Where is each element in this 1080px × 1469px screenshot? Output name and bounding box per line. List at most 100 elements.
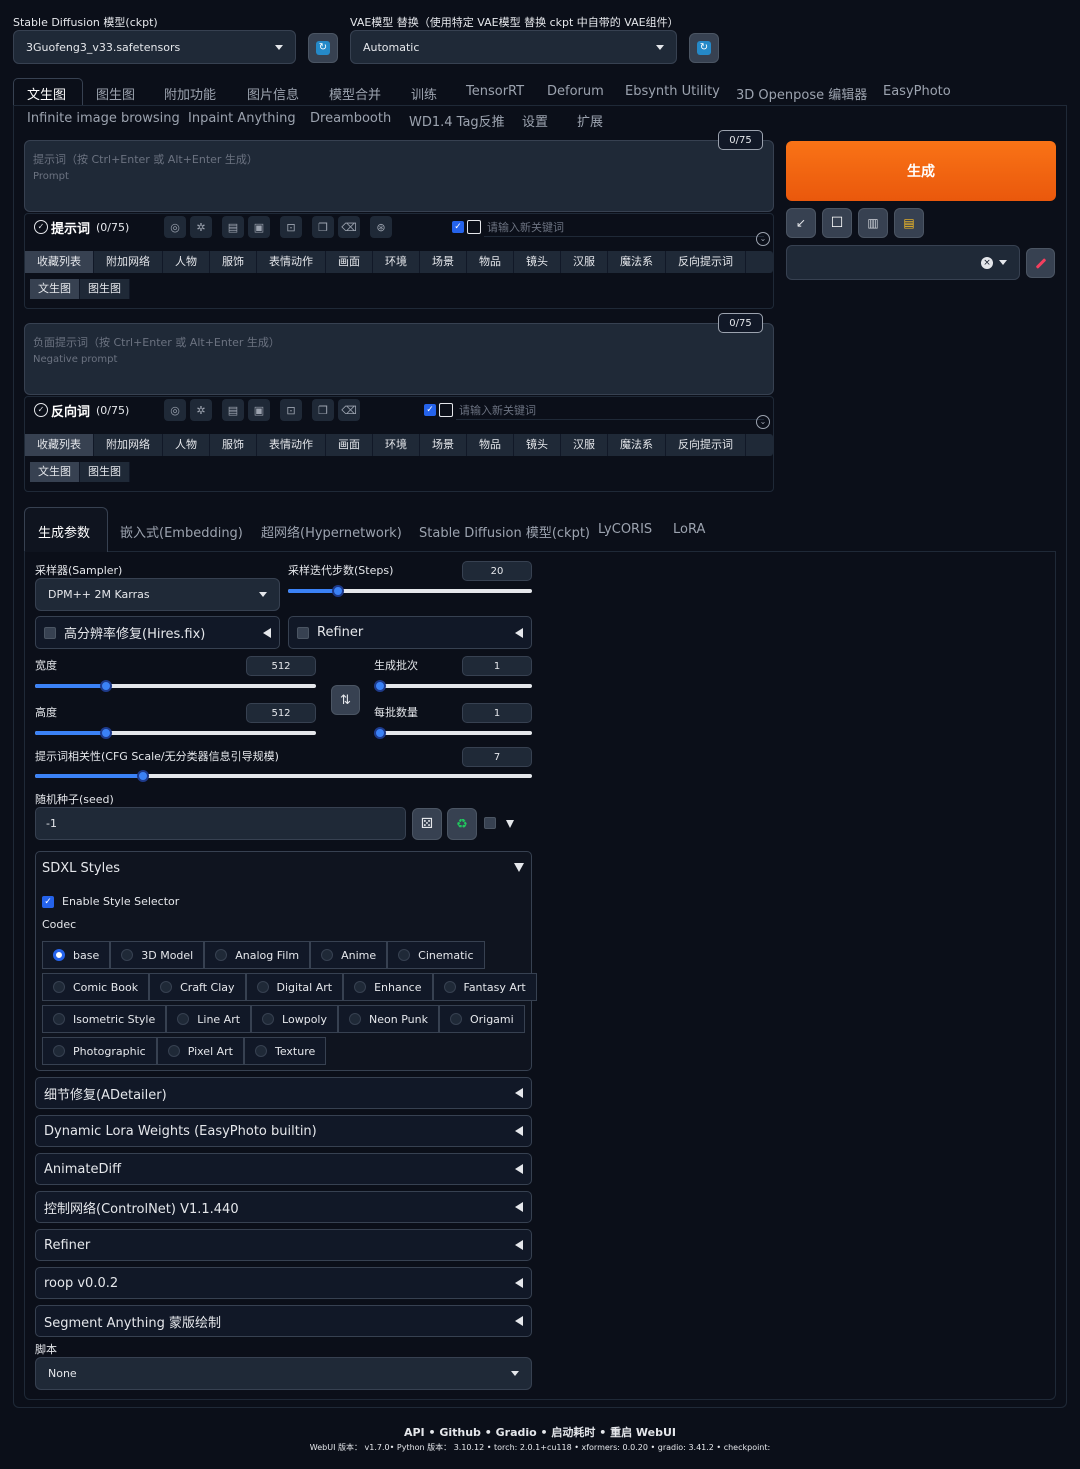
style-radio-option[interactable]: Cinematic <box>387 941 485 969</box>
width-slider[interactable] <box>35 680 316 692</box>
vae-select[interactable]: Automatic <box>350 30 677 64</box>
cfg-slider[interactable] <box>35 770 532 782</box>
style-radio-label: base <box>73 948 100 962</box>
refiner-toggle[interactable]: Refiner <box>288 616 532 649</box>
style-radio-option[interactable]: Analog Film <box>204 941 311 969</box>
random-seed-button[interactable]: ⚄ <box>412 808 442 840</box>
batch-count-input[interactable]: 1 <box>462 656 532 676</box>
vae-refresh-button[interactable]: ↻ <box>689 33 719 63</box>
cfg-label: 提示词相关性(CFG Scale/无分类器信息引导规模) <box>35 750 279 763</box>
sampler-select[interactable]: DPM++ 2M Karras <box>35 578 280 611</box>
style-radio-option[interactable]: base <box>42 941 111 969</box>
style-radio-option[interactable]: Isometric Style <box>42 1005 167 1033</box>
style-radio-option[interactable]: Photographic <box>42 1037 157 1065</box>
radio-icon <box>354 981 367 993</box>
style-radio-label: Pixel Art <box>187 1044 233 1058</box>
accordion-segment-anything[interactable]: Segment Anything 蒙版绘制 <box>35 1305 532 1337</box>
accordion-refiner[interactable]: Refiner <box>35 1229 532 1261</box>
collapse-arrow-icon <box>515 1278 523 1288</box>
style-radio-option[interactable]: Line Art <box>166 1005 252 1033</box>
style-radio-label: Isometric Style <box>73 1012 156 1026</box>
style-radio-label: Photographic <box>73 1044 146 1058</box>
style-radio-option[interactable]: Anime <box>310 941 388 969</box>
extra-seed-arrow-icon[interactable] <box>506 820 514 828</box>
sampler-label: 采样器(Sampler) <box>35 564 123 577</box>
width-input[interactable]: 512 <box>246 656 316 676</box>
batch-count-label: 生成批次 <box>374 659 418 672</box>
chevron-down-icon <box>511 1371 519 1376</box>
swap-dimensions-button[interactable]: ⇅ <box>331 685 360 715</box>
style-radio-option[interactable]: Lowpoly <box>251 1005 338 1033</box>
reuse-seed-button[interactable]: ♻ <box>447 808 477 840</box>
footer-versions: WebUI 版本： v1.7.0• Python 版本： 3.10.12 • t… <box>309 1443 771 1452</box>
accordion-controlnet[interactable]: 控制网络(ControlNet) V1.1.440 <box>35 1191 532 1223</box>
radio-icon <box>53 1013 65 1025</box>
style-radio-label: Craft Clay <box>180 980 235 994</box>
tab-extras[interactable]: 附加功能 <box>164 84 247 103</box>
seed-input[interactable]: -1 <box>35 807 406 840</box>
style-radio-label: 3D Model <box>141 948 194 962</box>
footer-links[interactable]: API • Github • Gradio • 启动耗时 • 重启 WebUI <box>0 1424 1080 1440</box>
steps-slider[interactable] <box>288 585 532 597</box>
hires-fix-toggle[interactable]: 高分辨率修复(Hires.fix) <box>35 616 280 649</box>
dice-icon: ⚄ <box>420 816 434 832</box>
radio-icon <box>449 1013 462 1025</box>
style-radio-option[interactable]: Comic Book <box>42 973 150 1001</box>
style-radio-option[interactable]: Texture <box>244 1037 327 1065</box>
refiner-checkbox[interactable] <box>297 626 309 639</box>
style-radio-option[interactable]: Neon Punk <box>338 1005 439 1033</box>
batch-size-input[interactable]: 1 <box>462 703 532 723</box>
tab-deforum[interactable]: Deforum <box>547 84 625 103</box>
radio-icon <box>53 949 65 961</box>
style-radio-option[interactable]: Pixel Art <box>156 1037 244 1065</box>
ckpt-refresh-button[interactable]: ↻ <box>308 33 338 63</box>
accordion-dynamic-lora[interactable]: Dynamic Lora Weights (EasyPhoto builtin) <box>35 1115 532 1147</box>
height-input[interactable]: 512 <box>246 703 316 723</box>
style-radio-option[interactable]: Origami <box>438 1005 525 1033</box>
style-radio-label: Comic Book <box>73 980 139 994</box>
chevron-down-icon <box>259 592 267 597</box>
tab-tensorrt[interactable]: TensorRT <box>466 84 547 103</box>
style-radio-option[interactable]: 3D Model <box>110 941 205 969</box>
ckpt-label: Stable Diffusion 模型(ckpt) <box>13 16 158 29</box>
tab-openpose[interactable]: 3D Openpose 编辑器 <box>736 84 883 103</box>
style-radio-label: Digital Art <box>276 980 333 994</box>
recycle-icon: ♻ <box>456 816 468 832</box>
accordion-roop[interactable]: roop v0.0.2 <box>35 1267 532 1299</box>
accordion-label: AnimateDiff <box>44 1161 122 1177</box>
batch-count-slider[interactable] <box>374 680 532 692</box>
tab-easyphoto[interactable]: EasyPhoto <box>883 84 951 103</box>
collapse-arrow-icon[interactable] <box>514 863 524 872</box>
style-radio-option[interactable]: Enhance <box>343 973 433 1001</box>
radio-icon <box>321 949 334 961</box>
script-value: None <box>48 1367 77 1380</box>
tab-txt2img[interactable]: 文生图 <box>27 84 96 103</box>
enable-style-checkbox[interactable]: ✓ <box>42 895 54 908</box>
steps-input[interactable]: 20 <box>462 561 532 581</box>
batch-size-slider[interactable] <box>374 727 532 739</box>
main-tabs-row1: 文生图 图生图 附加功能 图片信息 模型合并 训练 TensorRT Defor… <box>27 84 951 103</box>
script-select[interactable]: None <box>35 1357 532 1390</box>
tab-train[interactable]: 训练 <box>411 84 466 103</box>
style-radio-option[interactable]: Craft Clay <box>149 973 246 1001</box>
tab-img2img[interactable]: 图生图 <box>96 84 164 103</box>
tab-ebsynth[interactable]: Ebsynth Utility <box>625 84 736 103</box>
accordion-label: roop v0.0.2 <box>44 1275 119 1291</box>
accordion-animatediff[interactable]: AnimateDiff <box>35 1153 532 1185</box>
collapse-arrow-icon <box>515 1316 523 1326</box>
height-slider[interactable] <box>35 727 316 739</box>
style-radio-row: Photographic Pixel Art Texture <box>42 1037 537 1065</box>
batch-size-label: 每批数量 <box>374 706 418 719</box>
accordion-adetailer[interactable]: 细节修复(ADetailer) <box>35 1077 532 1109</box>
ckpt-select[interactable]: 3Guofeng3_v33.safetensors <box>13 30 296 64</box>
style-radio-label: Neon Punk <box>369 1012 428 1026</box>
tab-png-info[interactable]: 图片信息 <box>247 84 329 103</box>
tab-merge[interactable]: 模型合并 <box>329 84 411 103</box>
extra-seed-checkbox[interactable] <box>484 817 496 829</box>
style-radio-option[interactable]: Digital Art <box>245 973 344 1001</box>
style-radio-option[interactable]: Fantasy Art <box>432 973 537 1001</box>
hires-checkbox[interactable] <box>44 626 56 639</box>
cfg-input[interactable]: 7 <box>462 747 532 767</box>
vae-label: VAE模型 替换（使用特定 VAE模型 替换 ckpt 中自带的 VAE组件） <box>350 16 679 29</box>
collapse-arrow-icon <box>515 1126 523 1136</box>
